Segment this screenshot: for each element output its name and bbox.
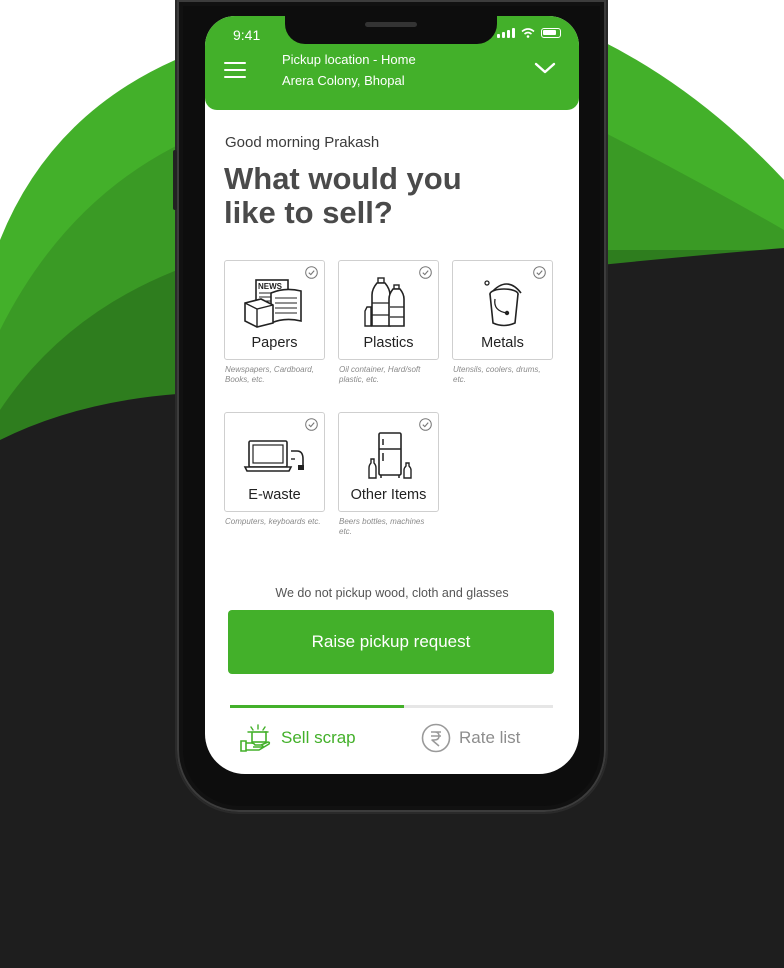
home-indicator <box>335 766 449 770</box>
sell-scrap-icon <box>240 724 271 752</box>
category-card[interactable]: Other Items <box>338 412 439 512</box>
pickup-location-title[interactable]: Pickup location - Home <box>282 52 416 67</box>
category-e-waste[interactable]: E-waste Computers, keyboards etc. <box>224 412 325 527</box>
category-label: Plastics <box>363 335 414 351</box>
category-card[interactable]: NEWS Papers <box>224 260 325 360</box>
hamburger-menu-icon[interactable] <box>224 62 246 78</box>
category-label: Other Items <box>350 487 427 503</box>
greeting-text: Good morning Prakash <box>225 134 380 151</box>
status-time: 9:41 <box>233 27 261 43</box>
pickup-notice: We do not pickup wood, cloth and glasses <box>275 586 509 600</box>
battery-icon <box>541 28 561 38</box>
category-card[interactable]: E-waste <box>224 412 325 512</box>
category-description: Utensils, coolers, drums, etc. <box>453 365 541 384</box>
fridge-icon <box>368 432 412 479</box>
category-papers[interactable]: NEWS Papers Newspapers, Cardboard, Books… <box>224 260 325 385</box>
rupee-icon <box>421 723 451 753</box>
plastic-bottles-icon <box>364 277 405 327</box>
chevron-down-icon[interactable] <box>533 60 557 76</box>
wifi-icon <box>521 28 535 38</box>
pickup-location-address[interactable]: Arera Colony, Bhopal <box>282 73 405 88</box>
category-label: Papers <box>251 335 298 351</box>
category-description: Computers, keyboards etc. <box>225 517 321 526</box>
tab-label: Rate list <box>459 728 521 747</box>
category-description: Beers bottles, machines etc. <box>339 517 425 536</box>
signal-icon <box>497 28 515 38</box>
laptop-icon <box>243 440 304 472</box>
category-label: E-waste <box>248 487 301 503</box>
page-title: What would you like to sell? <box>224 161 462 230</box>
metal-bucket-icon <box>484 280 522 327</box>
category-description: Oil container, Hard/soft plastic, etc. <box>339 365 421 384</box>
tab-sell-scrap[interactable]: Sell scrap <box>239 716 356 760</box>
newspaper-icon: NEWS <box>244 279 302 328</box>
raise-pickup-request-button[interactable]: Raise pickup request <box>228 610 554 674</box>
tab-rate-list[interactable]: Rate list <box>421 716 520 760</box>
status-icons <box>497 28 561 38</box>
tab-indicator-track <box>230 705 553 708</box>
phone-notch <box>285 14 497 44</box>
category-plastics[interactable]: Plastics Oil container, Hard/soft plasti… <box>338 260 439 385</box>
app-screen: 9:41 Pickup location - Home Arera Colony… <box>205 16 579 774</box>
tab-indicator-active <box>230 705 405 708</box>
category-card[interactable]: Metals <box>452 260 553 360</box>
category-metals[interactable]: Metals Utensils, coolers, drums, etc. <box>452 260 553 385</box>
tab-label: Sell scrap <box>281 728 356 747</box>
category-label: Metals <box>481 335 524 351</box>
category-card[interactable]: Plastics <box>338 260 439 360</box>
speaker-grille <box>365 22 417 27</box>
category-description: Newspapers, Cardboard, Books, etc. <box>225 365 314 384</box>
category-other-items[interactable]: Other Items Beers bottles, machines etc. <box>338 412 439 537</box>
